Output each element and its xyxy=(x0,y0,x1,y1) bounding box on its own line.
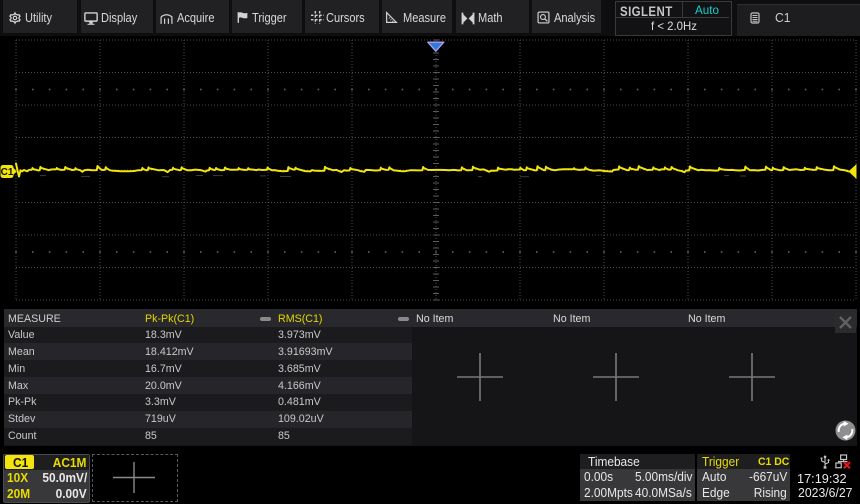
svg-text:C1: C1 xyxy=(1,167,14,178)
